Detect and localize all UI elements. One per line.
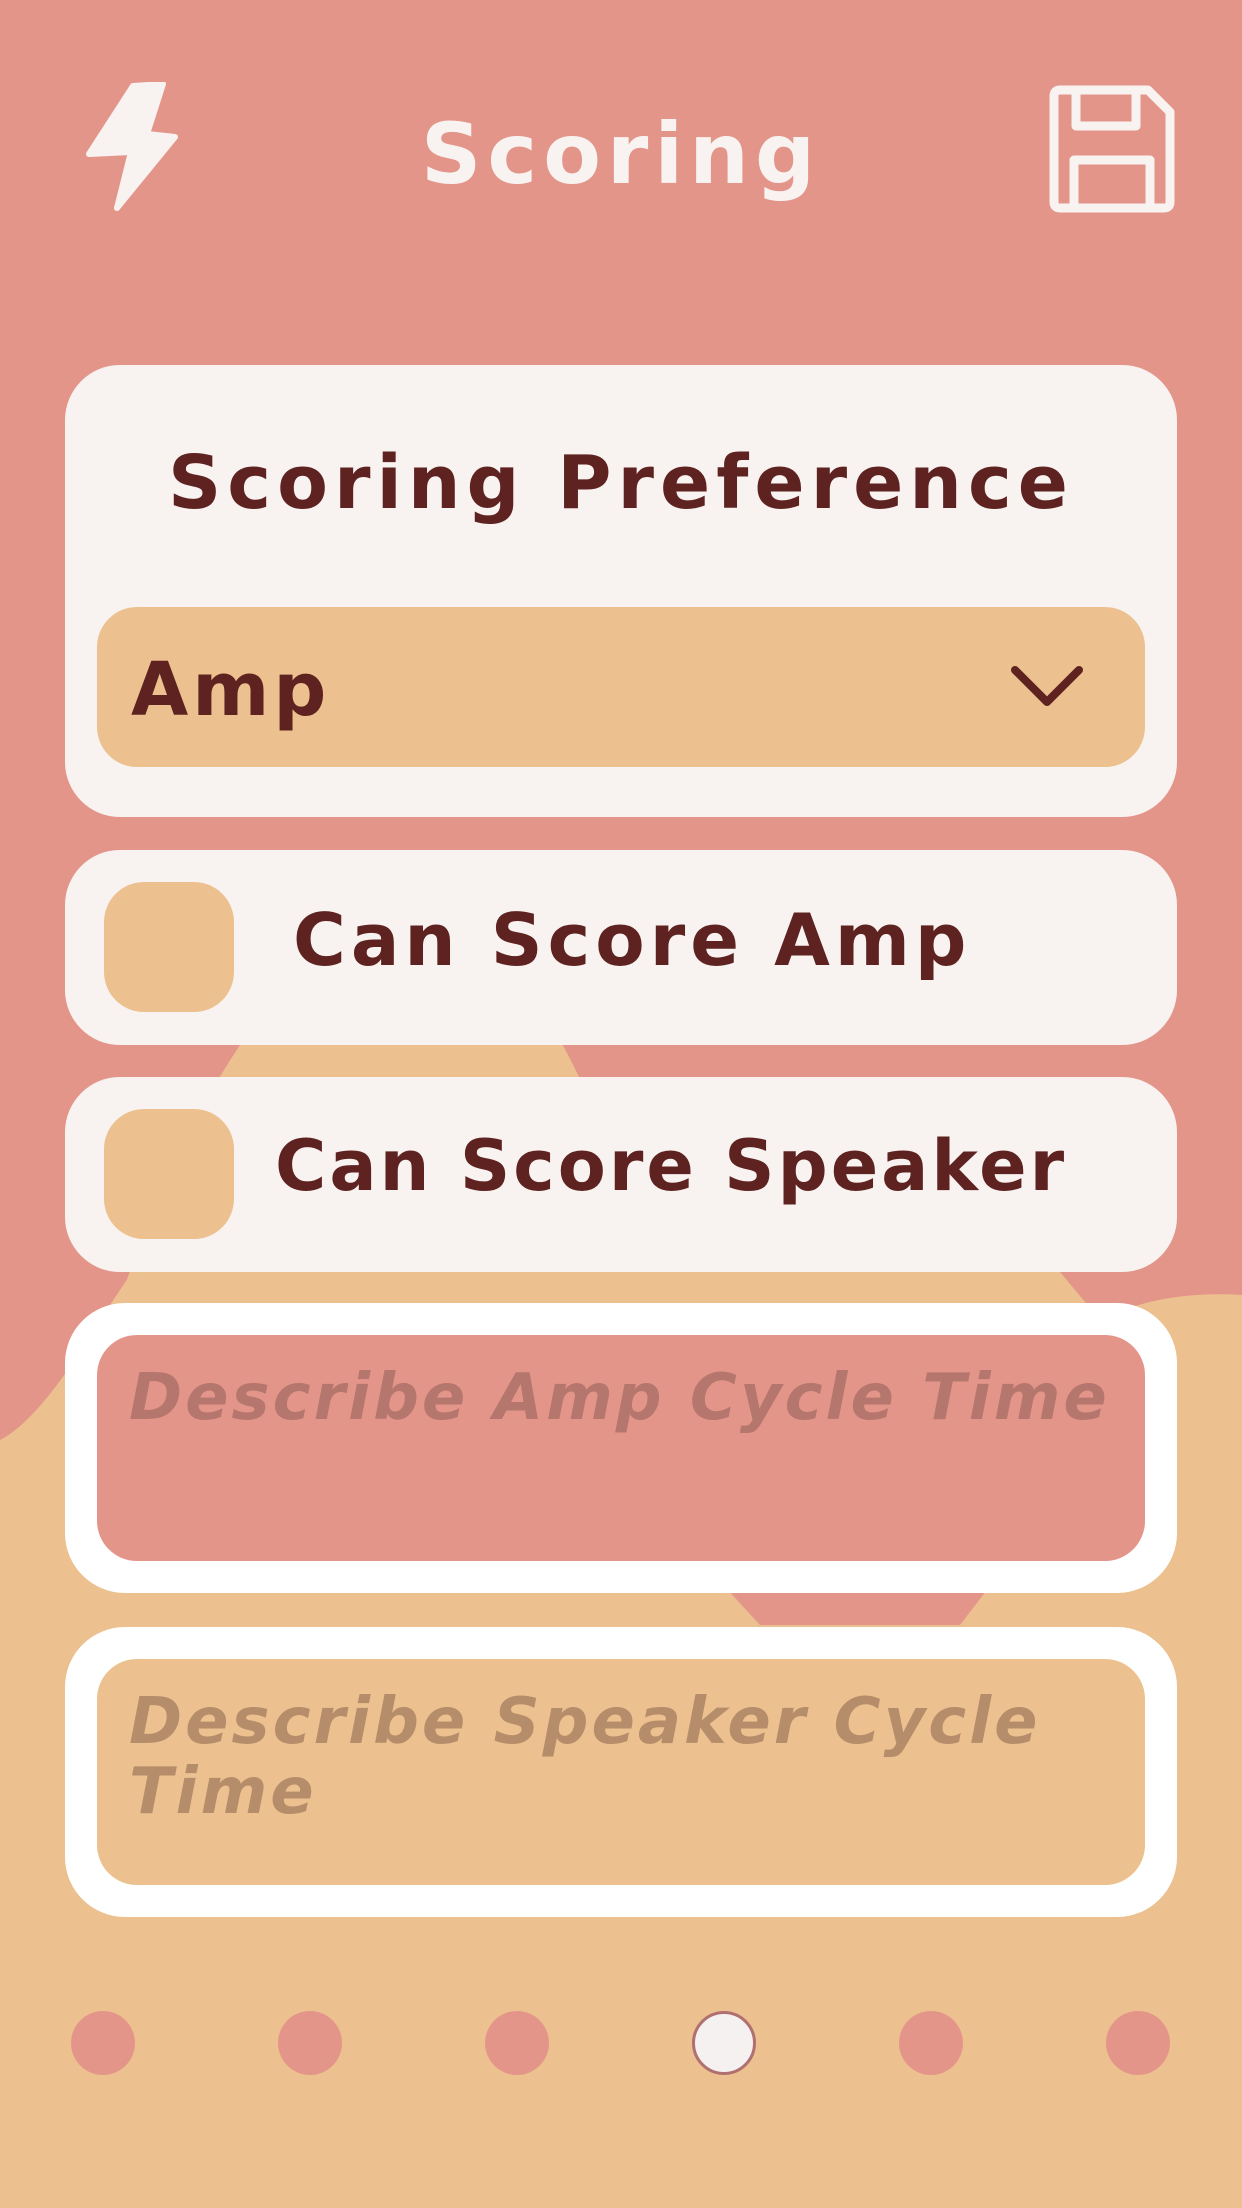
can-score-amp-checkbox[interactable] bbox=[104, 882, 234, 1012]
page-dot-6[interactable] bbox=[1106, 2011, 1170, 2075]
can-score-speaker-row: Can Score Speaker bbox=[65, 1077, 1177, 1272]
page-dot-4-active[interactable] bbox=[692, 2011, 756, 2075]
scoring-preference-title: Scoring Preference bbox=[168, 440, 1074, 526]
can-score-speaker-label: Can Score Speaker bbox=[275, 1125, 1068, 1207]
scoring-preference-card: Scoring Preference Amp bbox=[65, 365, 1177, 817]
can-score-amp-row: Can Score Amp bbox=[65, 850, 1177, 1045]
page-dot-2[interactable] bbox=[278, 2011, 342, 2075]
page-dot-1[interactable] bbox=[71, 2011, 135, 2075]
can-score-amp-label: Can Score Amp bbox=[293, 898, 972, 982]
can-score-speaker-checkbox[interactable] bbox=[104, 1109, 234, 1239]
scoring-preference-dropdown[interactable]: Amp bbox=[97, 607, 1145, 767]
amp-cycle-time-container bbox=[65, 1303, 1177, 1593]
page-dot-5[interactable] bbox=[899, 2011, 963, 2075]
save-icon[interactable] bbox=[1046, 82, 1178, 214]
chevron-down-icon bbox=[1011, 666, 1083, 706]
speaker-cycle-time-input[interactable] bbox=[97, 1659, 1145, 1885]
amp-cycle-time-input[interactable] bbox=[97, 1335, 1145, 1561]
scoring-preference-value: Amp bbox=[131, 647, 331, 733]
speaker-cycle-time-container bbox=[65, 1627, 1177, 1917]
page-dot-3[interactable] bbox=[485, 2011, 549, 2075]
